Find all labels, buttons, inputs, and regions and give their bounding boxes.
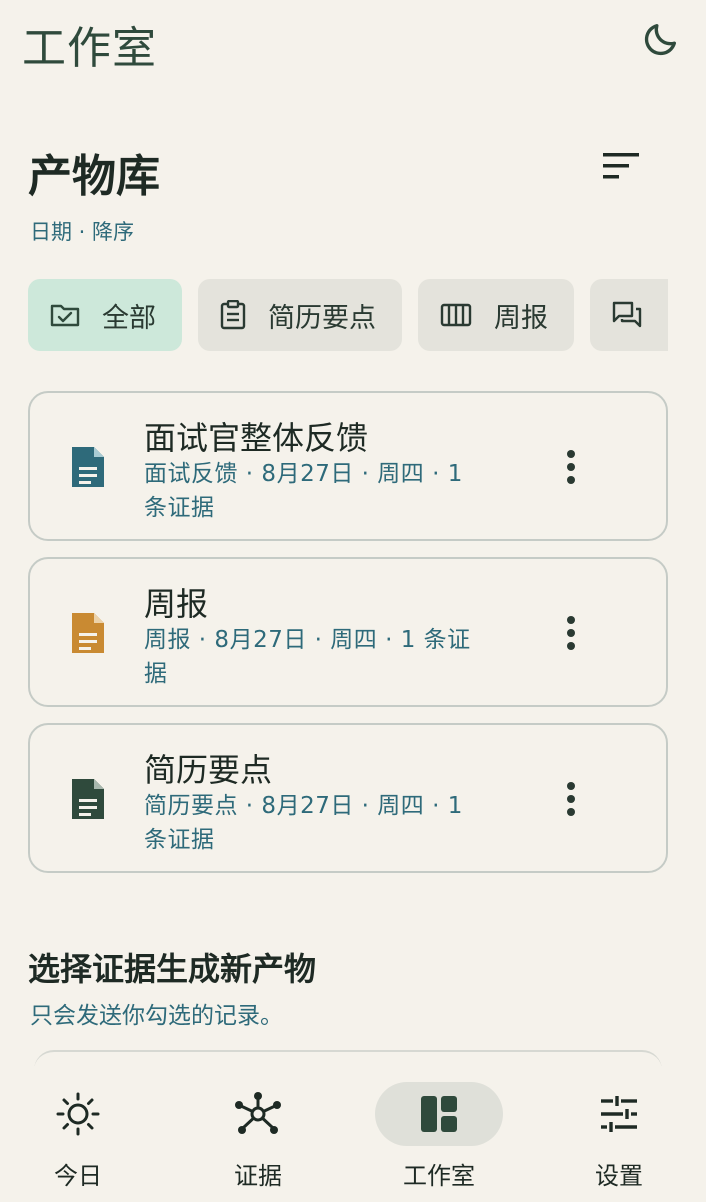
theme-toggle-button[interactable] (636, 14, 686, 64)
network-icon (235, 1092, 281, 1134)
nav-evidence[interactable]: 证据 (168, 1066, 348, 1202)
dashboard-icon (421, 1096, 457, 1132)
bottom-navigation: 今日 证据 工作室 设置 (0, 1066, 706, 1202)
nav-settings[interactable]: 设置 (529, 1066, 706, 1202)
document-icon (72, 779, 104, 819)
artifact-title: 简历要点 (144, 751, 273, 789)
sort-button[interactable] (594, 140, 648, 192)
chip-label: 简历要点 (268, 302, 376, 334)
filter-chips: 全部 简历要点 周报 (28, 279, 668, 351)
nav-indicator (555, 1082, 683, 1146)
moon-icon (644, 24, 676, 56)
sun-icon (56, 1092, 100, 1136)
app-bar-title: 工作室 (22, 23, 157, 74)
more-options-button[interactable] (550, 609, 592, 657)
chip-feedback[interactable] (590, 279, 668, 351)
more-vert-icon (567, 450, 575, 484)
more-vert-icon (567, 782, 575, 816)
artifact-title: 面试官整体反馈 (144, 419, 369, 457)
artifact-title: 周报 (144, 585, 209, 623)
document-icon (72, 613, 104, 653)
chip-label: 全部 (102, 302, 156, 334)
nav-label: 工作室 (403, 1162, 475, 1190)
app-bar: 工作室 (0, 0, 706, 82)
nav-indicator (194, 1082, 322, 1146)
nav-today[interactable]: 今日 (0, 1066, 168, 1202)
nav-label: 设置 (595, 1162, 643, 1190)
artifact-meta: 面试反馈 · 8月27日 · 周四 · 1 条证据 (144, 461, 463, 521)
nav-indicator (14, 1082, 142, 1146)
sliders-icon (601, 1096, 637, 1132)
nav-indicator (375, 1082, 503, 1146)
generate-title: 选择证据生成新产物 (28, 950, 317, 988)
clipboard-icon (220, 300, 246, 330)
more-options-button[interactable] (550, 775, 592, 823)
artifact-card[interactable]: 周报 周报 · 8月27日 · 周四 · 1 条证据 (28, 557, 668, 707)
calendar-columns-icon (440, 303, 472, 327)
chip-label: 周报 (494, 302, 548, 334)
library-title: 产物库 (28, 151, 160, 202)
sort-caption: 日期 · 降序 (30, 220, 135, 244)
more-options-button[interactable] (550, 443, 592, 491)
studio-screen: 工作室 产物库 日期 · 降序 全部 简历要点 周报 面试官整体反馈 面试反馈 … (0, 0, 706, 1202)
folder-check-icon (50, 304, 80, 327)
nav-label: 证据 (234, 1162, 282, 1190)
artifact-card[interactable]: 面试官整体反馈 面试反馈 · 8月27日 · 周四 · 1 条证据 (28, 391, 668, 541)
generate-subtitle: 只会发送你勾选的记录。 (30, 1003, 283, 1029)
artifact-card[interactable]: 简历要点 简历要点 · 8月27日 · 周四 · 1 条证据 (28, 723, 668, 873)
chip-resume-points[interactable]: 简历要点 (198, 279, 402, 351)
sort-icon (603, 153, 639, 179)
nav-studio[interactable]: 工作室 (349, 1066, 529, 1202)
nav-label: 今日 (54, 1162, 102, 1190)
more-vert-icon (567, 616, 575, 650)
artifact-meta: 简历要点 · 8月27日 · 周四 · 1 条证据 (144, 793, 463, 853)
chip-all[interactable]: 全部 (28, 279, 182, 351)
artifact-meta: 周报 · 8月27日 · 周四 · 1 条证据 (144, 627, 471, 687)
document-icon (72, 447, 104, 487)
chip-weekly-report[interactable]: 周报 (418, 279, 574, 351)
chat-icon (612, 301, 642, 328)
